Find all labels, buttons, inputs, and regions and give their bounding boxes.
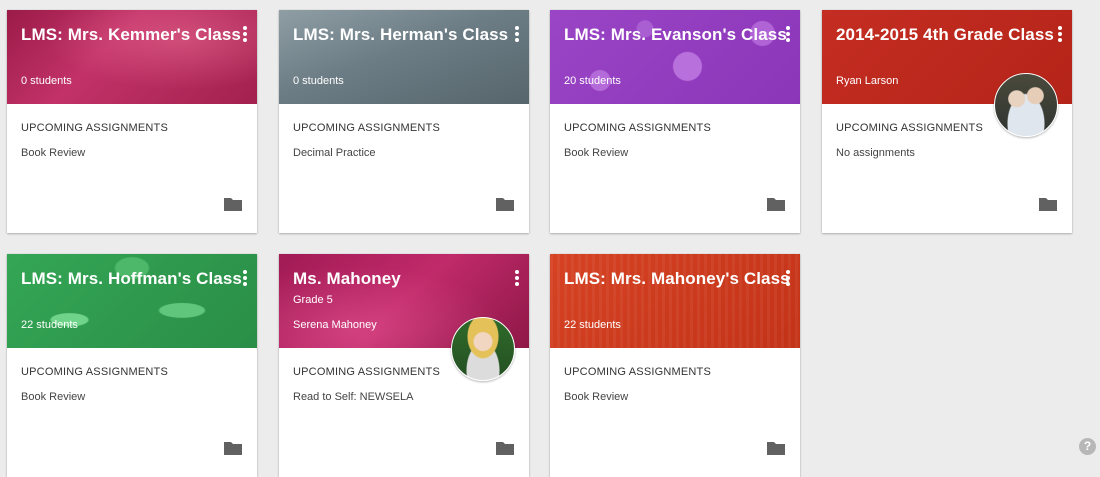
folder-icon[interactable] [767, 441, 785, 455]
class-title[interactable]: LMS: Mrs. Hoffman's Class [21, 269, 242, 289]
teacher-name: Ryan Larson [836, 75, 899, 87]
teacher-avatar [994, 73, 1058, 137]
teacher-name: Serena Mahoney [293, 319, 377, 331]
assignment-link[interactable]: Book Review [564, 147, 628, 159]
more-vert-icon[interactable] [786, 270, 790, 286]
folder-icon[interactable] [496, 441, 514, 455]
class-card[interactable]: 2014-2015 4th Grade Class Ryan Larson UP… [822, 10, 1072, 233]
more-vert-icon[interactable] [243, 26, 247, 42]
folder-icon[interactable] [496, 197, 514, 211]
upcoming-assignments-label: UPCOMING ASSIGNMENTS [293, 122, 441, 134]
upcoming-assignments-label: UPCOMING ASSIGNMENTS [564, 366, 712, 378]
folder-icon[interactable] [767, 197, 785, 211]
student-count: 20 students [564, 75, 621, 87]
upcoming-assignments-label: UPCOMING ASSIGNMENTS [293, 366, 441, 378]
teacher-avatar [451, 317, 515, 381]
more-vert-icon[interactable] [786, 26, 790, 42]
assignment-link[interactable]: Decimal Practice [293, 147, 376, 159]
class-card[interactable]: LMS: Mrs. Kemmer's Class 0 students UPCO… [7, 10, 257, 233]
more-vert-icon[interactable] [515, 26, 519, 42]
card-banner[interactable]: LMS: Mrs. Kemmer's Class 0 students [7, 10, 257, 104]
more-vert-icon[interactable] [1058, 26, 1062, 42]
class-title[interactable]: LMS: Mrs. Evanson's Class [564, 25, 787, 45]
more-vert-icon[interactable] [243, 270, 247, 286]
student-count: 22 students [564, 319, 621, 331]
student-count: 0 students [21, 75, 72, 87]
folder-icon[interactable] [224, 441, 242, 455]
class-section: Grade 5 [293, 294, 333, 306]
card-banner[interactable]: LMS: Mrs. Herman's Class 0 students [279, 10, 529, 104]
assignment-link[interactable]: Read to Self: NEWSELA [293, 391, 413, 403]
class-title[interactable]: Ms. Mahoney [293, 269, 401, 289]
class-card[interactable]: LMS: Mrs. Evanson's Class 20 students UP… [550, 10, 800, 233]
upcoming-assignments-label: UPCOMING ASSIGNMENTS [21, 122, 169, 134]
folder-icon[interactable] [224, 197, 242, 211]
assignment-link[interactable]: Book Review [21, 391, 85, 403]
class-card[interactable]: Ms. Mahoney Grade 5 Serena Mahoney UPCOM… [279, 254, 529, 477]
class-title[interactable]: LMS: Mrs. Herman's Class [293, 25, 508, 45]
card-banner[interactable]: LMS: Mrs. Hoffman's Class 22 students [7, 254, 257, 348]
assignment-link[interactable]: Book Review [564, 391, 628, 403]
card-banner[interactable]: LMS: Mrs. Evanson's Class 20 students [550, 10, 800, 104]
more-vert-icon[interactable] [515, 270, 519, 286]
assignment-text: No assignments [836, 147, 915, 159]
class-title[interactable]: LMS: Mrs. Kemmer's Class [21, 25, 241, 45]
class-card[interactable]: LMS: Mrs. Mahoney's Class 22 students UP… [550, 254, 800, 477]
assignment-link[interactable]: Book Review [21, 147, 85, 159]
student-count: 0 students [293, 75, 344, 87]
class-title[interactable]: LMS: Mrs. Mahoney's Class [564, 269, 790, 289]
upcoming-assignments-label: UPCOMING ASSIGNMENTS [836, 122, 984, 134]
class-card[interactable]: LMS: Mrs. Herman's Class 0 students UPCO… [279, 10, 529, 233]
folder-icon[interactable] [1039, 197, 1057, 211]
class-card[interactable]: LMS: Mrs. Hoffman's Class 22 students UP… [7, 254, 257, 477]
class-title[interactable]: 2014-2015 4th Grade Class [836, 25, 1054, 45]
card-banner[interactable]: LMS: Mrs. Mahoney's Class 22 students [550, 254, 800, 348]
help-icon[interactable]: ? [1079, 438, 1096, 455]
student-count: 22 students [21, 319, 78, 331]
upcoming-assignments-label: UPCOMING ASSIGNMENTS [564, 122, 712, 134]
upcoming-assignments-label: UPCOMING ASSIGNMENTS [21, 366, 169, 378]
